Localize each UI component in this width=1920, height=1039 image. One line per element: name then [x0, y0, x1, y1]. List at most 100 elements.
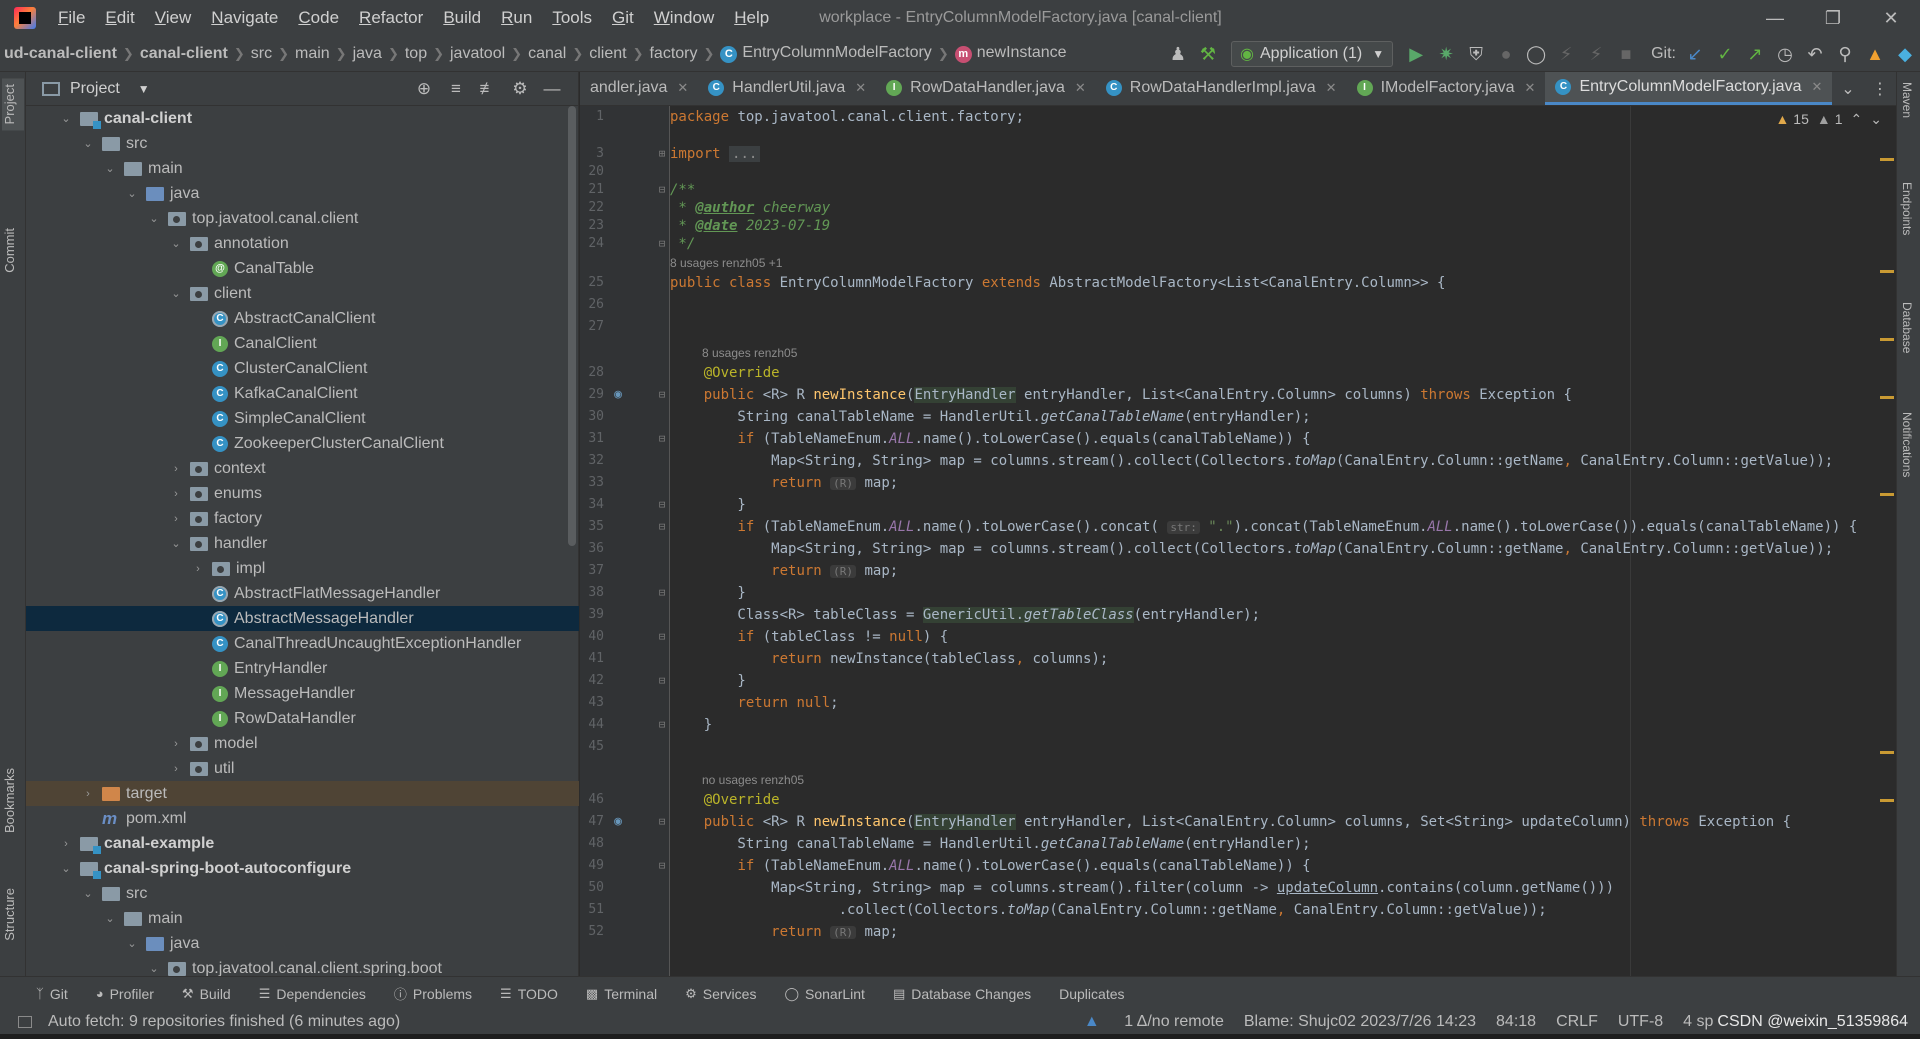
tree-item[interactable]: ⌄ handler: [26, 531, 579, 556]
fold-icon[interactable]: ⊟: [656, 428, 668, 450]
chevron-down-icon[interactable]: ⌄: [58, 112, 74, 125]
collapse-all-icon[interactable]: ≢: [472, 79, 504, 99]
editor-tab[interactable]: I RowDataHandler.java ✕: [876, 72, 1096, 105]
crumb-top[interactable]: top: [401, 45, 431, 63]
crumb-method[interactable]: m newInstance: [951, 44, 1071, 63]
fold-icon[interactable]: ⊟: [656, 714, 668, 736]
crumb-project[interactable]: ud-canal-client: [0, 45, 121, 63]
line-separator[interactable]: CRLF: [1556, 1013, 1598, 1031]
git-tool-button[interactable]: ᛉ Git: [36, 986, 68, 1002]
chevron-down-icon[interactable]: ⌄: [124, 937, 140, 950]
run-configuration-select[interactable]: ◉ Application (1) ▼: [1230, 41, 1394, 67]
tree-item[interactable]: C KafkaCanalClient: [26, 381, 579, 406]
sonarlint-tool-button[interactable]: ◯ SonarLint: [784, 986, 865, 1002]
database-tool-tab[interactable]: Database: [1900, 302, 1914, 353]
menu-help[interactable]: Help: [724, 0, 779, 36]
chevron-down-icon[interactable]: ⌄: [80, 887, 96, 900]
close-icon[interactable]: ✕: [677, 80, 688, 96]
close-icon[interactable]: ✕: [1811, 79, 1822, 95]
terminal-tool-button[interactable]: ▩ Terminal: [586, 986, 657, 1002]
chevron-down-icon[interactable]: ⌄: [146, 962, 162, 975]
restore-icon[interactable]: ❐: [1804, 0, 1862, 36]
chevron-right-icon[interactable]: ›: [58, 838, 74, 850]
editor-tab[interactable]: I IModelFactory.java ✕: [1347, 72, 1546, 105]
structure-tool-tab[interactable]: Structure: [2, 882, 17, 947]
toggle-tool-windows-icon[interactable]: [18, 1016, 32, 1028]
tree-item[interactable]: › util: [26, 756, 579, 781]
editor-tab[interactable]: C RowDataHandlerImpl.java ✕: [1096, 72, 1347, 105]
tree-item[interactable]: ⌄ src: [26, 131, 579, 156]
menu-git[interactable]: Git: [602, 0, 644, 36]
todo-tool-button[interactable]: ☰ TODO: [500, 986, 558, 1002]
tree-item[interactable]: C ZookeeperClusterCanalClient: [26, 431, 579, 456]
crumb-factory[interactable]: factory: [645, 45, 701, 63]
warning-stripe[interactable]: [1880, 158, 1894, 161]
git-update-icon[interactable]: ↙: [1680, 39, 1710, 69]
attach-icon[interactable]: ◯: [1521, 39, 1551, 69]
tree-item[interactable]: C AbstractMessageHandler: [26, 606, 579, 631]
tree-item[interactable]: ⌄ top.javatool.canal.client.spring.boot: [26, 956, 579, 977]
profile-icon[interactable]: ●: [1491, 39, 1521, 69]
editor-tab[interactable]: andler.java ✕: [580, 72, 698, 105]
debug-icon[interactable]: ✷: [1431, 39, 1461, 69]
close-icon[interactable]: ✕: [855, 80, 866, 96]
fold-icon[interactable]: ⊟: [656, 811, 668, 833]
minimize-icon[interactable]: —: [1746, 0, 1804, 36]
editor-tab[interactable]: C HandlerUtil.java ✕: [698, 72, 876, 105]
tree-item[interactable]: @ CanalTable: [26, 256, 579, 281]
plugin-icon[interactable]: ◆: [1890, 39, 1920, 69]
menu-window[interactable]: Window: [644, 0, 724, 36]
tree-item[interactable]: ⌄ canal-spring-boot-autoconfigure: [26, 856, 579, 881]
coverage-icon[interactable]: ⛨: [1461, 39, 1491, 69]
menu-view[interactable]: View: [145, 0, 202, 36]
more-vertical-icon[interactable]: ⋮: [1864, 79, 1896, 99]
stop-icon[interactable]: ■: [1611, 39, 1641, 69]
commit-tool-tab[interactable]: Commit: [2, 222, 17, 279]
chevron-down-icon[interactable]: ⌄: [102, 162, 118, 175]
tree-item[interactable]: › model: [26, 731, 579, 756]
hammer-build-icon[interactable]: ⚒: [1193, 39, 1223, 69]
tree-item[interactable]: › context: [26, 456, 579, 481]
tree-item[interactable]: C ClusterCanalClient: [26, 356, 579, 381]
chevron-down-icon[interactable]: ⌄: [1832, 79, 1864, 99]
menu-file[interactable]: File: [48, 0, 95, 36]
chevron-down-icon[interactable]: ⌄: [168, 537, 184, 550]
tree-item[interactable]: › target: [26, 781, 579, 806]
warning-stripe[interactable]: [1880, 751, 1894, 754]
crumb-main[interactable]: main: [291, 45, 334, 63]
fold-icon[interactable]: ⊟: [656, 855, 668, 877]
caret-position[interactable]: 84:18: [1496, 1013, 1536, 1031]
close-icon[interactable]: ✕: [1326, 80, 1337, 96]
tree-item[interactable]: ⌄ main: [26, 156, 579, 181]
chevron-right-icon[interactable]: ›: [168, 738, 184, 750]
tree-item[interactable]: › impl: [26, 556, 579, 581]
status-message[interactable]: Auto fetch: 9 repositories finished (6 m…: [48, 1013, 400, 1031]
close-icon[interactable]: ✕: [1075, 80, 1086, 96]
intellij-logo-icon[interactable]: [14, 7, 36, 29]
chevron-right-icon[interactable]: ›: [168, 463, 184, 475]
project-tool-tab[interactable]: Project: [2, 78, 24, 131]
fold-icon[interactable]: ⊟: [656, 582, 668, 604]
expand-all-icon[interactable]: ≡: [440, 79, 472, 99]
tree-item[interactable]: I RowDataHandler: [26, 706, 579, 731]
tree-item[interactable]: › enums: [26, 481, 579, 506]
build-tool-button[interactable]: ⚒ Build: [182, 986, 231, 1002]
chevron-down-icon[interactable]: ▼: [138, 82, 150, 96]
services-tool-button[interactable]: ⚙ Services: [685, 986, 756, 1002]
git-remote-status[interactable]: ▲ 1 Δ/no remote: [1064, 1013, 1224, 1031]
tree-item[interactable]: ⌄ src: [26, 881, 579, 906]
warning-stripe[interactable]: [1880, 270, 1894, 273]
tree-item[interactable]: ⌄ annotation: [26, 231, 579, 256]
crumb-canal[interactable]: canal: [524, 45, 570, 63]
chevron-right-icon[interactable]: ›: [168, 763, 184, 775]
database-changes-tool-button[interactable]: ▤ Database Changes: [893, 986, 1031, 1002]
bookmarks-tool-tab[interactable]: Bookmarks: [2, 762, 17, 839]
tree-item[interactable]: I MessageHandler: [26, 681, 579, 706]
tree-item[interactable]: ⌄ canal-client: [26, 106, 579, 131]
git-push-icon[interactable]: ↗: [1740, 39, 1770, 69]
override-marker-icon[interactable]: ◉: [610, 384, 626, 406]
menu-refactor[interactable]: Refactor: [349, 0, 433, 36]
crumb-src[interactable]: src: [247, 45, 276, 63]
update-icon[interactable]: ▲: [1860, 39, 1890, 69]
crumb-module[interactable]: canal-client: [136, 45, 232, 63]
